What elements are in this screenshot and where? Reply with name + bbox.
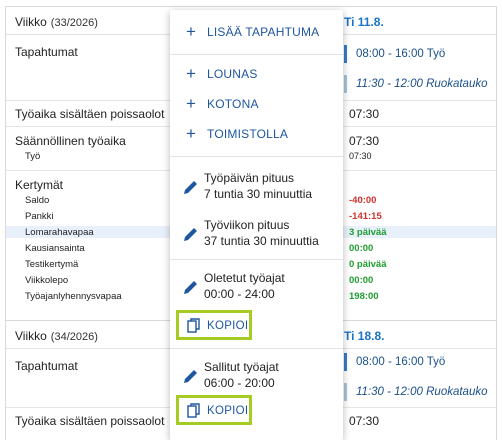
copy-default-worktimes-button[interactable]: KOPIOI xyxy=(176,310,252,340)
default-worktimes-title: Oletetut työajat xyxy=(204,271,285,285)
copy-label: KOPIOI xyxy=(207,320,249,332)
accrual-value-saldo: -40:00 xyxy=(349,195,377,206)
allowed-worktimes-value: 06:00 - 20:00 xyxy=(204,376,275,390)
week-title: Viikko (33/2026) xyxy=(15,15,98,29)
preset-lunch-label: LOUNAS xyxy=(207,67,258,81)
add-event-label: LISÄÄ TAPAHTUMA xyxy=(207,25,320,39)
event-lunch-break[interactable]: 11:30 - 12:00 Ruokatauko xyxy=(344,75,488,93)
event-work[interactable]: 08:00 - 16:00 Työ xyxy=(344,353,445,371)
day-context-menu: + LISÄÄ TAPAHTUMA + LOUNAS + KOTONA + TO… xyxy=(170,10,343,440)
day-header[interactable]: Ti 18.8. xyxy=(344,329,384,343)
accrual-label-lomarahavapaa: Lomarahavapaa xyxy=(25,227,94,238)
preset-home-item[interactable]: + KOTONA xyxy=(170,94,343,117)
day-header[interactable]: Ti 11.8. xyxy=(344,15,384,29)
allowed-worktimes-item[interactable]: Sallitut työajat 06:00 - 20:00 xyxy=(170,357,343,393)
accrual-label-viikkolepo: Viikkolepo xyxy=(25,275,69,286)
accrual-value-kausiansainta: 00:00 xyxy=(349,243,374,254)
regular-worktime-value: 07:30 xyxy=(349,134,380,148)
events-label: Tapahtumat xyxy=(15,359,78,373)
regular-worktime-sub-label: Työ xyxy=(25,151,41,162)
accrual-label-pankki: Pankki xyxy=(25,211,54,222)
menu-separator xyxy=(170,348,343,349)
menu-separator xyxy=(170,54,343,55)
menu-separator xyxy=(170,259,343,260)
events-label: Tapahtumat xyxy=(15,45,78,59)
allowed-worktimes-title: Sallitut työajat xyxy=(204,360,279,374)
preset-office-item[interactable]: + TOIMISTOLLA xyxy=(170,124,343,147)
event-lunch-break[interactable]: 11:30 - 12:00 Ruokatauko xyxy=(344,383,488,401)
workday-length-value: 7 tuntia 30 minuuttia xyxy=(204,187,313,201)
add-event-item[interactable]: + LISÄÄ TAPAHTUMA xyxy=(170,22,343,45)
plus-icon: + xyxy=(186,94,196,113)
worktime-incl-label: Työaika sisältäen poissaolot xyxy=(15,414,165,428)
pencil-icon xyxy=(184,228,197,241)
accrual-label-tyoajanlyhennysvapaa: Työajanlyhennysvapaa xyxy=(25,291,122,302)
preset-lunch-item[interactable]: + LOUNAS xyxy=(170,64,343,87)
copy-label: KOPIOI xyxy=(207,405,249,417)
copy-icon xyxy=(187,403,200,418)
preset-office-label: TOIMISTOLLA xyxy=(207,127,289,141)
copy-icon xyxy=(187,318,200,333)
workweek-length-item[interactable]: Työviikon pituus 37 tuntia 30 minuuttia xyxy=(170,215,343,255)
accrual-value-viikkolepo: 00:00 xyxy=(349,275,374,286)
workweek-length-value: 37 tuntia 30 minuuttia xyxy=(204,234,319,248)
worktime-incl-value: 07:30 xyxy=(349,107,380,121)
accrual-value-testikertyma: 0 päivää xyxy=(349,259,387,270)
accrual-value-lomarahavapaa: 3 päivää xyxy=(349,227,387,238)
regular-worktime-sub-value: 07:30 xyxy=(349,151,372,161)
accrual-value-tyoajanlyhennysvapaa: 198:00 xyxy=(349,291,379,302)
event-work[interactable]: 08:00 - 16:00 Työ xyxy=(344,45,445,63)
plus-icon: + xyxy=(186,124,196,143)
week-label: Viikko xyxy=(15,329,47,343)
default-worktimes-value: 00:00 - 24:00 xyxy=(204,287,275,301)
regular-worktime-label: Säännöllinen työaika xyxy=(15,134,126,148)
pencil-icon xyxy=(184,281,197,294)
workday-length-title: Työpäivän pituus xyxy=(204,171,295,185)
accrual-label-testikertyma: Testikertymä xyxy=(25,259,79,270)
pencil-icon xyxy=(184,370,197,383)
preset-home-label: KOTONA xyxy=(207,97,259,111)
accrual-label-saldo: Saldo xyxy=(25,195,50,206)
workday-length-item[interactable]: Työpäivän pituus 7 tuntia 30 minuuttia xyxy=(170,168,343,208)
pencil-icon xyxy=(184,181,197,194)
worktime-incl-value: 07:30 xyxy=(349,414,380,428)
plus-icon: + xyxy=(186,22,196,41)
week-title: Viikko (34/2026) xyxy=(15,329,98,343)
week-number: (34/2026) xyxy=(50,331,98,343)
accrual-label-kausiansainta: Kausiansainta xyxy=(25,243,85,254)
week-label: Viikko xyxy=(15,15,47,29)
copy-allowed-worktimes-button[interactable]: KOPIOI xyxy=(176,395,252,425)
menu-separator xyxy=(170,156,343,157)
worktime-incl-label: Työaika sisältäen poissaolot xyxy=(15,107,165,121)
week-number: (33/2026) xyxy=(50,17,98,29)
default-worktimes-item[interactable]: Oletetut työajat 00:00 - 24:00 xyxy=(170,268,343,304)
plus-icon: + xyxy=(186,64,196,83)
accruals-label: Kertymät xyxy=(15,178,64,192)
accrual-value-pankki: -141:15 xyxy=(349,211,382,222)
workweek-length-title: Työviikon pituus xyxy=(204,218,290,232)
